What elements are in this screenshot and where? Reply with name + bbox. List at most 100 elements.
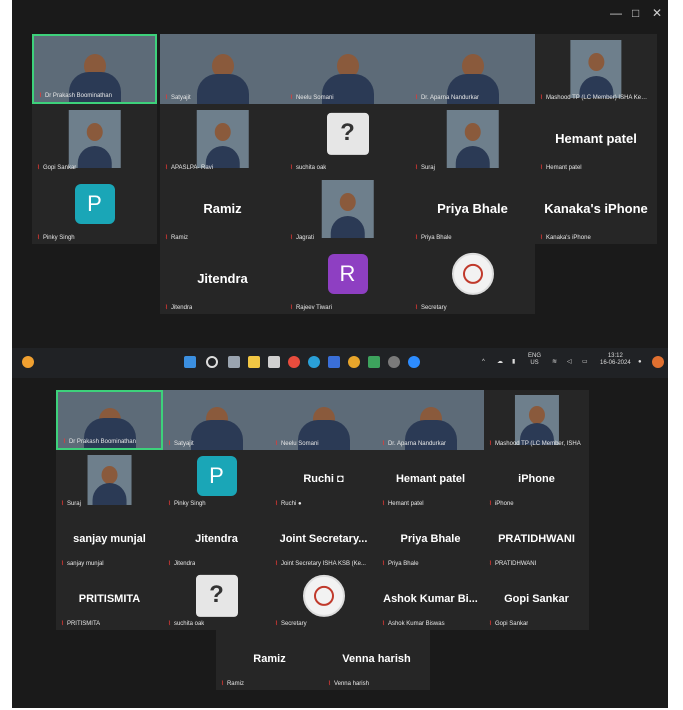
participant-tile[interactable]: Priya Bhale ⌇ Priya Bhale (377, 510, 484, 570)
participant-tile[interactable]: Priya Bhale ⌇ Priya Bhale (410, 174, 535, 244)
participant-tile[interactable]: ⌇ Suraj (56, 450, 163, 510)
app-icon[interactable] (268, 356, 280, 368)
participant-tile[interactable]: Jitendra ⌇ Jitendra (160, 244, 285, 314)
participant-tile[interactable]: ⌇ Satyajit (163, 390, 270, 450)
participant-tile[interactable]: ⌇ Secretary (410, 244, 535, 314)
participant-head (339, 192, 356, 211)
close-icon[interactable]: ✕ (652, 6, 662, 20)
cloud-icon[interactable]: ☁ (497, 359, 503, 366)
participant-tile[interactable]: Jitendra ⌇ Jitendra (163, 510, 270, 570)
participant-display-name: Priya Bhale (400, 532, 461, 545)
participant-tile[interactable]: PRATIDHWANI ⌇ PRATIDHWANI (484, 510, 589, 570)
participant-tile[interactable]: Joint Secretary... ⌇ Joint Secretary ISHA … (270, 510, 377, 570)
edge-icon[interactable] (308, 356, 320, 368)
participant-tile[interactable]: ? ⌇ suchita oak (285, 104, 410, 174)
settings-icon[interactable] (388, 356, 400, 368)
search-icon[interactable] (206, 356, 218, 368)
mic-muted-icon: ⌇ (540, 165, 543, 171)
browser-icon[interactable] (348, 356, 360, 368)
participant-name: Jagrati (295, 235, 314, 241)
clock[interactable]: 13:12 16-06-2024 (600, 353, 631, 367)
mic-muted-icon: ⌇ (165, 305, 168, 311)
participant-tile[interactable]: Ruchi ◘ ⌇ Ruchi ● (270, 450, 377, 510)
battery-status-icon[interactable]: ▭ (582, 359, 588, 366)
participant-tile[interactable]: Hemant patel ⌇ Hemant patel (377, 450, 484, 510)
participant-tile[interactable]: ⌇ Jagrati (285, 174, 410, 244)
participant-tile[interactable]: P ⌇ Pinky Singh (32, 174, 157, 244)
participant-tile[interactable]: ⌇ Neelu Somani (285, 34, 410, 104)
wifi-icon[interactable]: ≋ (552, 359, 557, 366)
participant-name: Secretary (280, 621, 307, 627)
participant-tile[interactable]: R ⌇ Rajeev Tiwari (285, 244, 410, 314)
zoom-icon[interactable] (408, 356, 420, 368)
task-view-icon[interactable] (228, 356, 240, 368)
participant-tile[interactable]: Hemant patel ⌇ Hemant patel (535, 104, 657, 174)
weather-icon[interactable] (22, 356, 34, 368)
participant-name: Neelu Somani (280, 441, 319, 447)
avatar: P (74, 184, 115, 225)
participant-tile[interactable]: ⌇ Suraj (410, 104, 535, 174)
participant-tile[interactable]: ⌇ Satyajit (160, 34, 285, 104)
participant-tile[interactable]: ⌇ Gopi Sankar (32, 104, 157, 174)
participant-tile[interactable]: Kanaka's iPhone ⌇ Kanaka's iPhone (535, 174, 657, 244)
region-label: US (530, 360, 539, 366)
participant-name-label: ⌇ Priya Bhale (415, 234, 452, 241)
participant-name-label: ⌇ iPhone (489, 500, 514, 507)
windows-taskbar: ^ ☁ ▮ ENG US ≋ ◁ ▭ 13:12 16-06-2024 ● (12, 348, 668, 378)
participant-display-name: Gopi Sankar (504, 592, 569, 605)
participant-tile[interactable]: ⌇ Dr. Aparna Nandurkar (410, 34, 535, 104)
participant-head (464, 122, 481, 141)
participant-tile[interactable]: PRITISMITA ⌇ PRITISMITA (56, 570, 163, 630)
participant-tile[interactable]: ⌇ Dr. Aparna Nandurkar (377, 390, 484, 450)
participant-name: Rajeev Tiwari (295, 305, 332, 311)
chrome-icon[interactable] (288, 356, 300, 368)
participant-tile[interactable]: Ashok Kumar Bi... ⌇ Ashok Kumar Biswas (377, 570, 484, 630)
participant-tile[interactable]: ⌇ Mashood TP (LC Member) ISHA Keral (535, 34, 657, 104)
participant-name: Pinky Singh (173, 501, 206, 507)
minimize-icon[interactable]: — (610, 6, 622, 20)
excel-icon[interactable] (368, 356, 380, 368)
copilot-icon[interactable] (652, 356, 664, 368)
participant-tile[interactable]: sanjay munjal ⌇ sanjay munjal (56, 510, 163, 570)
volume-icon[interactable]: ◁ (567, 359, 572, 366)
maximize-icon[interactable]: □ (632, 6, 639, 20)
mic-muted-icon: ⌇ (168, 621, 171, 627)
mic-muted-icon: ⌇ (37, 165, 40, 171)
participant-tile[interactable]: iPhone ⌇ iPhone (484, 450, 589, 510)
participant-tile[interactable]: Ramiz ⌇ Ramiz (216, 630, 323, 690)
participant-tile[interactable]: Venna harish ⌇ Venna harish (323, 630, 430, 690)
mic-muted-icon: ⌇ (39, 93, 42, 99)
participant-tile[interactable]: Gopi Sankar ⌇ Gopi Sankar (484, 570, 589, 630)
battery-icon[interactable]: ▮ (512, 359, 515, 366)
participant-name: Dr Prakash Boominathan (44, 93, 112, 99)
logo-ring (462, 264, 483, 285)
participant-tile[interactable]: ⌇ Dr Prakash Boominathan (56, 390, 163, 450)
mic-muted-icon: ⌇ (290, 305, 293, 311)
tray-arrow-icon[interactable]: ^ (482, 359, 485, 366)
participant-tile[interactable]: ⌇ APASLPA- Ravi (160, 104, 285, 174)
windows-start-icon[interactable] (184, 356, 196, 368)
participant-tile[interactable]: ⌇ Neelu Somani (270, 390, 377, 450)
participant-name-label: ⌇ Priya Bhale (382, 560, 419, 567)
participant-display-name: Joint Secretary... (279, 532, 368, 545)
organization-logo-icon (302, 574, 345, 617)
participant-tile[interactable]: Ramiz ⌇ Ramiz (160, 174, 285, 244)
participant-display-name: Ruchi ◘ (303, 472, 344, 485)
participant-display-name: Ashok Kumar Bi... (383, 592, 478, 605)
word-icon[interactable] (328, 356, 340, 368)
participant-tile[interactable]: P ⌇ Pinky Singh (163, 450, 270, 510)
mic-muted-icon: ⌇ (540, 235, 543, 241)
notification-icon[interactable]: ● (638, 359, 642, 366)
participant-tile[interactable]: ⌇ Mashood TP (LC Member, ISHA (484, 390, 589, 450)
file-explorer-icon[interactable] (248, 356, 260, 368)
participant-tile[interactable]: ⌇ Dr Prakash Boominathan (32, 34, 157, 104)
participant-display-name: PRATIDHWANI (498, 532, 575, 545)
participant-tile[interactable]: ⌇ Secretary (270, 570, 377, 630)
participant-tile[interactable]: ? ⌇ suchita oak (163, 570, 270, 630)
participant-name: Priya Bhale (387, 561, 419, 567)
language-indicator[interactable]: ENG US (528, 353, 541, 367)
mic-muted-icon: ⌇ (415, 305, 418, 311)
top-meeting-window: — □ ✕ ⌇ Dr Prakash Boominathan ⌇ Satyajit ⌇ N… (12, 0, 668, 348)
participant-name-label: ⌇ Mashood TP (LC Member) ISHA Keral (540, 94, 647, 101)
logo-mark: ? (209, 580, 224, 608)
